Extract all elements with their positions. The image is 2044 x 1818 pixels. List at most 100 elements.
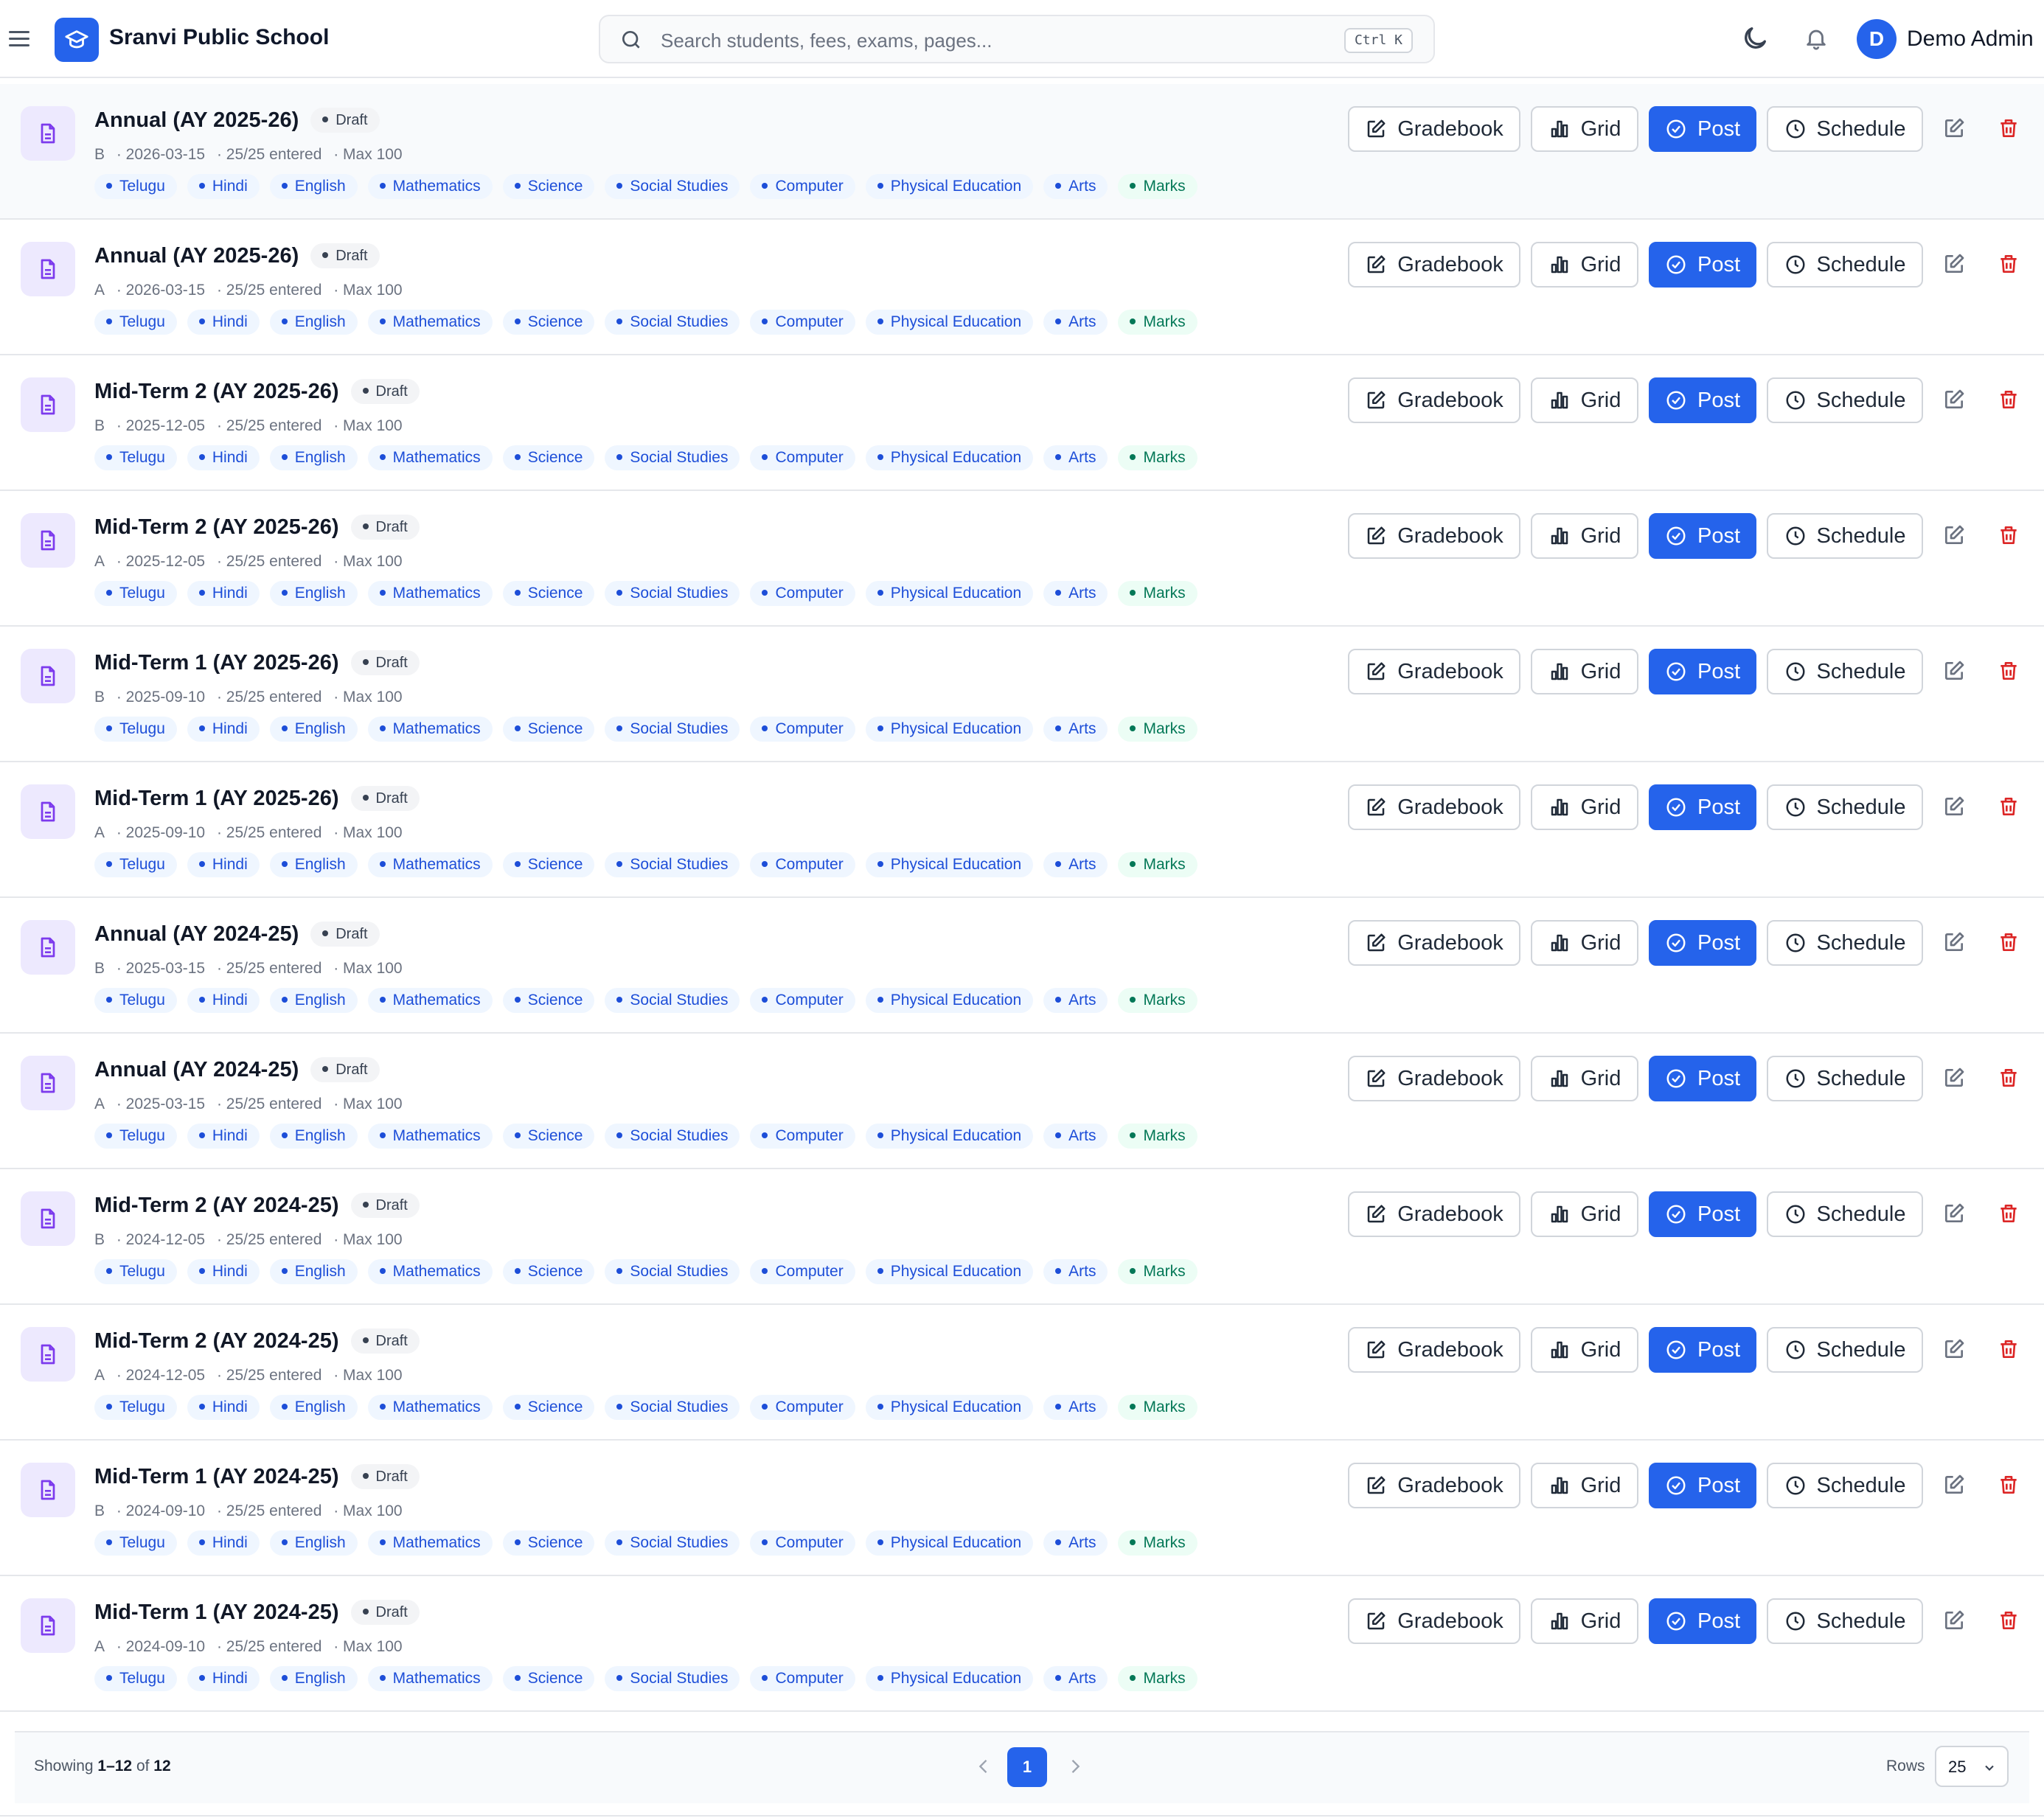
subject-chip[interactable]: Telugu <box>94 581 177 606</box>
subject-chip[interactable]: Hindi <box>187 445 260 470</box>
subject-chip[interactable]: Physical Education <box>865 1124 1034 1149</box>
subject-chip[interactable]: Hindi <box>187 1530 260 1556</box>
page-button-current[interactable]: 1 <box>1007 1747 1047 1787</box>
subject-chip[interactable]: Mathematics <box>367 852 493 877</box>
gradebook-button[interactable]: Gradebook <box>1348 377 1520 423</box>
post-button[interactable]: Post <box>1649 242 1756 288</box>
edit-icon[interactable] <box>1942 388 1966 415</box>
subject-chip[interactable]: Physical Education <box>865 852 1034 877</box>
schedule-button[interactable]: Schedule <box>1767 920 1923 966</box>
subject-chip[interactable]: Telugu <box>94 988 177 1013</box>
subject-chip[interactable]: Computer <box>750 581 855 606</box>
post-button[interactable]: Post <box>1649 784 1756 830</box>
edit-icon[interactable] <box>1942 1473 1966 1500</box>
subject-chip[interactable]: Mathematics <box>367 310 493 335</box>
chevron-right-icon[interactable] <box>1065 1756 1085 1780</box>
subject-chip[interactable]: Computer <box>750 1395 855 1420</box>
subject-chip[interactable]: Mathematics <box>367 445 493 470</box>
grid-button[interactable]: Grid <box>1531 513 1638 559</box>
subject-chip[interactable]: Computer <box>750 1259 855 1284</box>
schedule-button[interactable]: Schedule <box>1767 1327 1923 1373</box>
subject-chip[interactable]: Social Studies <box>605 445 740 470</box>
marks-chip[interactable]: Marks <box>1118 1530 1197 1556</box>
subject-chip[interactable]: English <box>269 174 358 199</box>
marks-chip[interactable]: Marks <box>1118 1124 1197 1149</box>
subject-chip[interactable]: Mathematics <box>367 1395 493 1420</box>
subject-chip[interactable]: English <box>269 1666 358 1691</box>
subject-chip[interactable]: Science <box>502 174 595 199</box>
post-button[interactable]: Post <box>1649 377 1756 423</box>
subject-chip[interactable]: Arts <box>1043 1530 1108 1556</box>
subject-chip[interactable]: Social Studies <box>605 1666 740 1691</box>
grid-button[interactable]: Grid <box>1531 1598 1638 1644</box>
subject-chip[interactable]: Hindi <box>187 988 260 1013</box>
edit-icon[interactable] <box>1942 1066 1966 1093</box>
subject-chip[interactable]: Arts <box>1043 581 1108 606</box>
subject-chip[interactable]: Science <box>502 1530 595 1556</box>
subject-chip[interactable]: English <box>269 445 358 470</box>
post-button[interactable]: Post <box>1649 513 1756 559</box>
subject-chip[interactable]: Science <box>502 1124 595 1149</box>
post-button[interactable]: Post <box>1649 649 1756 694</box>
grid-button[interactable]: Grid <box>1531 242 1638 288</box>
schedule-button[interactable]: Schedule <box>1767 649 1923 694</box>
edit-icon[interactable] <box>1942 116 1966 144</box>
schedule-button[interactable]: Schedule <box>1767 1598 1923 1644</box>
gradebook-button[interactable]: Gradebook <box>1348 1056 1520 1101</box>
grid-button[interactable]: Grid <box>1531 784 1638 830</box>
subject-chip[interactable]: Arts <box>1043 1259 1108 1284</box>
subject-chip[interactable]: English <box>269 717 358 742</box>
subject-chip[interactable]: Science <box>502 988 595 1013</box>
schedule-button[interactable]: Schedule <box>1767 784 1923 830</box>
subject-chip[interactable]: Arts <box>1043 717 1108 742</box>
trash-icon[interactable] <box>1997 1609 2020 1636</box>
marks-chip[interactable]: Marks <box>1118 1666 1197 1691</box>
exam-row[interactable]: Mid-Term 2 (AY 2025-26) Draft B · 2025-12… <box>0 355 2044 491</box>
trash-icon[interactable] <box>1997 795 2020 822</box>
trash-icon[interactable] <box>1997 1202 2020 1229</box>
subject-chip[interactable]: Social Studies <box>605 988 740 1013</box>
schedule-button[interactable]: Schedule <box>1767 242 1923 288</box>
subject-chip[interactable]: Mathematics <box>367 581 493 606</box>
exam-row[interactable]: Mid-Term 2 (AY 2024-25) Draft A · 2024-12… <box>0 1305 2044 1441</box>
subject-chip[interactable]: Social Studies <box>605 1395 740 1420</box>
subject-chip[interactable]: Arts <box>1043 1395 1108 1420</box>
edit-icon[interactable] <box>1942 659 1966 686</box>
subject-chip[interactable]: Arts <box>1043 852 1108 877</box>
subject-chip[interactable]: Telugu <box>94 1530 177 1556</box>
subject-chip[interactable]: Computer <box>750 1530 855 1556</box>
subject-chip[interactable]: Arts <box>1043 174 1108 199</box>
subject-chip[interactable]: English <box>269 310 358 335</box>
trash-icon[interactable] <box>1997 523 2020 551</box>
subject-chip[interactable]: Telugu <box>94 310 177 335</box>
subject-chip[interactable]: Computer <box>750 1666 855 1691</box>
subject-chip[interactable]: Social Studies <box>605 1530 740 1556</box>
edit-icon[interactable] <box>1942 252 1966 279</box>
subject-chip[interactable]: Physical Education <box>865 1530 1034 1556</box>
exam-row[interactable]: Mid-Term 2 (AY 2025-26) Draft A · 2025-12… <box>0 491 2044 627</box>
edit-icon[interactable] <box>1942 1337 1966 1365</box>
menu-icon[interactable] <box>9 31 29 47</box>
subject-chip[interactable]: Arts <box>1043 988 1108 1013</box>
schedule-button[interactable]: Schedule <box>1767 513 1923 559</box>
marks-chip[interactable]: Marks <box>1118 310 1197 335</box>
subject-chip[interactable]: Science <box>502 1666 595 1691</box>
post-button[interactable]: Post <box>1649 1191 1756 1237</box>
subject-chip[interactable]: Mathematics <box>367 717 493 742</box>
post-button[interactable]: Post <box>1649 106 1756 152</box>
subject-chip[interactable]: Computer <box>750 174 855 199</box>
exam-row[interactable]: Mid-Term 1 (AY 2025-26) Draft B · 2025-09… <box>0 627 2044 762</box>
gradebook-button[interactable]: Gradebook <box>1348 1327 1520 1373</box>
grid-button[interactable]: Grid <box>1531 649 1638 694</box>
exam-row[interactable]: Annual (AY 2024-25) Draft A · 2025-03-15 … <box>0 1034 2044 1169</box>
gradebook-button[interactable]: Gradebook <box>1348 649 1520 694</box>
post-button[interactable]: Post <box>1649 1056 1756 1101</box>
subject-chip[interactable]: English <box>269 852 358 877</box>
subject-chip[interactable]: Mathematics <box>367 1530 493 1556</box>
user-name[interactable]: Demo Admin <box>1907 27 2034 52</box>
trash-icon[interactable] <box>1997 116 2020 144</box>
moon-icon[interactable] <box>1740 24 1770 57</box>
post-button[interactable]: Post <box>1649 1327 1756 1373</box>
subject-chip[interactable]: Telugu <box>94 445 177 470</box>
gradebook-button[interactable]: Gradebook <box>1348 1191 1520 1237</box>
